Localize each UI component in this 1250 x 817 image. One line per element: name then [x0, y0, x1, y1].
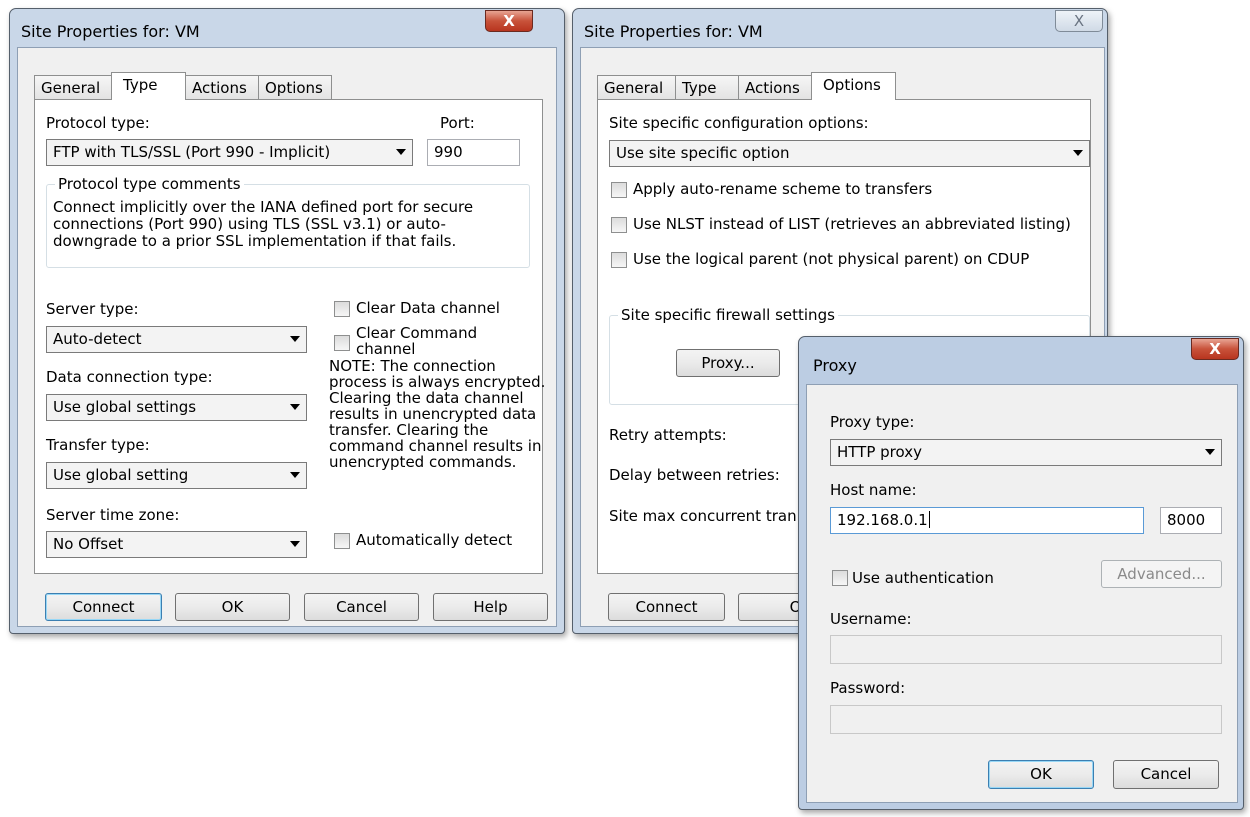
site-config-label: Site specific configuration options: — [609, 114, 869, 132]
data-connection-value: Use global settings — [53, 398, 197, 416]
password-label: Password: — [830, 679, 906, 697]
chevron-down-icon — [290, 336, 300, 342]
chevron-down-icon — [1073, 150, 1083, 156]
server-time-zone-value: No Offset — [53, 535, 124, 553]
close-button[interactable]: X — [485, 10, 533, 32]
proxy-button[interactable]: Proxy... — [676, 349, 780, 377]
tab-strip: General Type Actions Options — [597, 72, 897, 100]
text-caret — [928, 511, 930, 528]
site-config-select[interactable]: Use site specific option — [609, 140, 1090, 167]
tab-general[interactable]: General — [597, 75, 676, 99]
clear-data-channel-checkbox[interactable] — [334, 301, 350, 317]
dialog-client: General Type Actions Options Protocol ty… — [17, 47, 557, 627]
transfer-type-select[interactable]: Use global setting — [46, 462, 307, 489]
host-name-label: Host name: — [830, 481, 917, 499]
server-time-zone-label: Server time zone: — [46, 506, 180, 524]
firewall-group-heading: Site specific firewall settings — [618, 306, 838, 324]
tab-actions[interactable]: Actions — [185, 75, 259, 99]
connect-button[interactable]: Connect — [608, 593, 725, 621]
close-button[interactable]: X — [1191, 338, 1239, 360]
cancel-button[interactable]: Cancel — [1113, 760, 1219, 789]
chevron-down-icon — [290, 541, 300, 547]
use-authentication-label: Use authentication — [852, 569, 994, 587]
protocol-type-label: Protocol type: — [46, 114, 150, 132]
encryption-note: NOTE: The connection process is always e… — [329, 357, 546, 471]
chevron-down-icon — [290, 472, 300, 478]
tab-options[interactable]: Options — [258, 75, 332, 99]
proxy-type-select[interactable]: HTTP proxy — [830, 439, 1222, 466]
proxy-type-value: HTTP proxy — [837, 443, 922, 461]
server-type-label: Server type: — [46, 300, 139, 318]
proxy-port-input[interactable]: 8000 — [1160, 507, 1222, 534]
help-button[interactable]: Help — [433, 593, 548, 621]
server-time-zone-select[interactable]: No Offset — [46, 531, 307, 558]
tab-type[interactable]: Type — [111, 72, 186, 100]
protocol-comments-group: Protocol type comments Connect implicitl… — [46, 175, 530, 268]
protocol-type-select[interactable]: FTP with TLS/SSL (Port 990 - Implicit) — [46, 139, 413, 166]
proxy-type-label: Proxy type: — [830, 413, 915, 431]
site-properties-type-dialog: Site Properties for: VM X General Type A… — [9, 8, 565, 634]
auto-rename-checkbox[interactable] — [611, 182, 627, 198]
proxy-dialog: Proxy X Proxy type: HTTP proxy Host name… — [798, 336, 1244, 810]
tab-general[interactable]: General — [34, 75, 113, 99]
retry-attempts-label: Retry attempts: — [609, 426, 727, 444]
ok-button[interactable]: OK — [988, 760, 1094, 789]
clear-data-channel-label: Clear Data channel — [356, 299, 500, 317]
chevron-down-icon — [1205, 449, 1215, 455]
tab-strip: General Type Actions Options — [34, 72, 334, 100]
cancel-button[interactable]: Cancel — [304, 593, 419, 621]
protocol-comments-text: Connect implicitly over the IANA defined… — [53, 198, 474, 250]
protocol-comments-heading: Protocol type comments — [55, 175, 244, 193]
clear-command-channel-label: Clear Command channel — [356, 324, 478, 358]
use-authentication-checkbox[interactable] — [832, 570, 848, 586]
transfer-type-value: Use global setting — [53, 466, 189, 484]
auto-detect-checkbox[interactable] — [334, 533, 350, 549]
data-connection-label: Data connection type: — [46, 368, 213, 386]
tab-options[interactable]: Options — [811, 72, 896, 100]
auto-rename-label: Apply auto-rename scheme to transfers — [633, 180, 933, 198]
advanced-button[interactable]: Advanced... — [1101, 560, 1222, 588]
window-title: Site Properties for: VM — [584, 22, 763, 41]
data-connection-select[interactable]: Use global settings — [46, 394, 307, 421]
close-button[interactable]: X — [1055, 10, 1103, 32]
max-concurrent-label: Site max concurrent tran — [609, 507, 797, 525]
window-title: Site Properties for: VM — [21, 22, 200, 41]
tab-type[interactable]: Type — [675, 75, 739, 99]
clear-command-channel-checkbox[interactable] — [334, 335, 350, 351]
title-bar[interactable]: Site Properties for: VM X — [10, 9, 564, 51]
port-input[interactable]: 990 — [427, 139, 520, 166]
protocol-type-value: FTP with TLS/SSL (Port 990 - Implicit) — [53, 143, 331, 161]
site-config-value: Use site specific option — [616, 144, 790, 162]
password-input[interactable] — [830, 705, 1222, 734]
tab-actions[interactable]: Actions — [738, 75, 812, 99]
logical-parent-label: Use the logical parent (not physical par… — [633, 250, 1030, 268]
chevron-down-icon — [396, 149, 406, 155]
title-bar[interactable]: Site Properties for: VM X — [573, 9, 1107, 51]
server-type-select[interactable]: Auto-detect — [46, 326, 307, 353]
username-label: Username: — [830, 610, 912, 628]
nlst-label: Use NLST instead of LIST (retrieves an a… — [633, 215, 1071, 233]
username-input[interactable] — [830, 635, 1222, 664]
port-label: Port: — [440, 114, 475, 132]
host-name-input[interactable]: 192.168.0.1 — [830, 507, 1144, 534]
title-bar[interactable]: Proxy X — [799, 337, 1243, 379]
chevron-down-icon — [290, 404, 300, 410]
server-type-value: Auto-detect — [53, 330, 142, 348]
dialog-client: Proxy type: HTTP proxy Host name: 192.16… — [806, 384, 1238, 803]
tab-panel: Protocol type: Port: FTP with TLS/SSL (P… — [34, 99, 545, 574]
nlst-checkbox[interactable] — [611, 217, 627, 233]
window-title: Proxy — [813, 356, 857, 375]
connect-button[interactable]: Connect — [45, 593, 162, 621]
ok-button[interactable]: OK — [175, 593, 290, 621]
auto-detect-label: Automatically detect — [356, 531, 513, 549]
host-name-value: 192.168.0.1 — [837, 511, 928, 529]
transfer-type-label: Transfer type: — [46, 436, 150, 454]
delay-between-retries-label: Delay between retries: — [609, 466, 780, 484]
logical-parent-checkbox[interactable] — [611, 252, 627, 268]
